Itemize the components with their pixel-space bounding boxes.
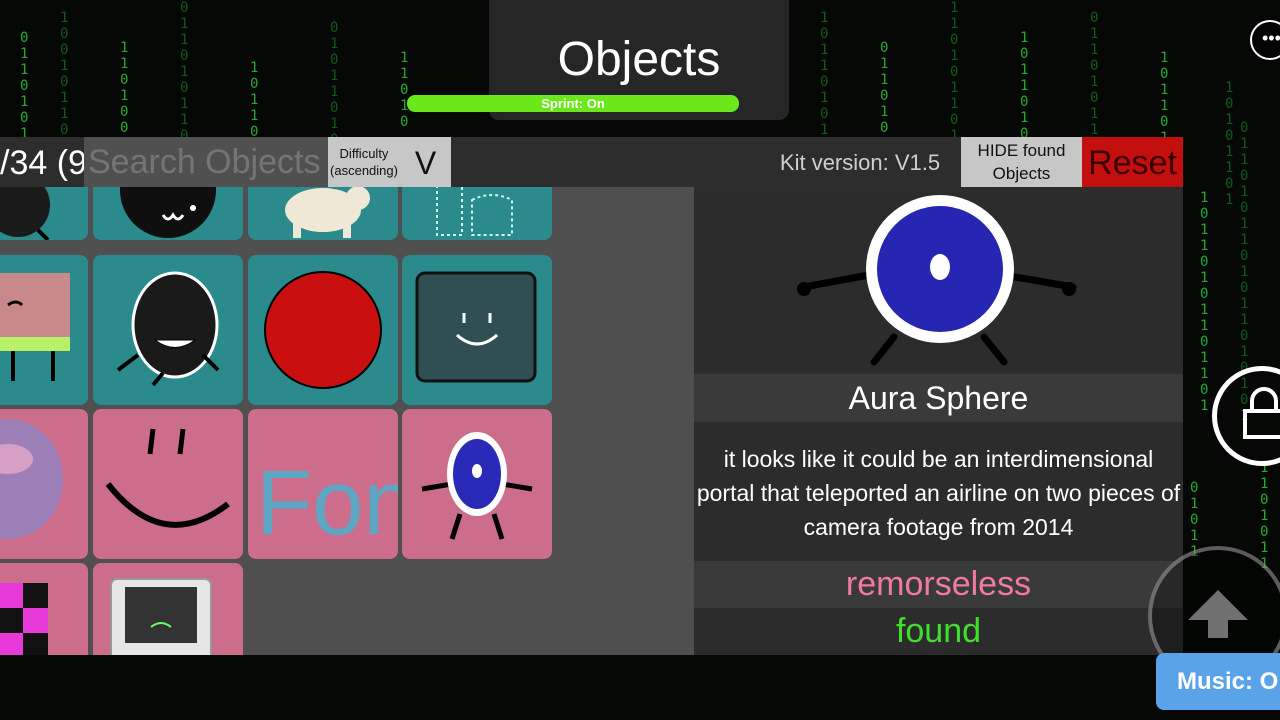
music-toggle-button[interactable]: Music: O xyxy=(1156,653,1280,710)
object-description: it looks like it could be an interdimens… xyxy=(696,446,1181,540)
dog-icon xyxy=(285,187,370,238)
grid-item[interactable] xyxy=(0,187,88,240)
grid-item[interactable] xyxy=(0,563,88,655)
font-text-icon: Font xyxy=(256,452,398,554)
grid-item[interactable] xyxy=(402,255,552,405)
grid-item[interactable] xyxy=(402,187,552,240)
handheld-console-icon xyxy=(110,578,212,655)
sort-difficulty-button[interactable]: Difficulty (ascending) xyxy=(328,137,400,187)
grid-item[interactable] xyxy=(93,409,243,559)
grid-item[interactable] xyxy=(248,255,398,405)
grid-item[interactable] xyxy=(248,187,398,240)
object-difficulty: remorseless xyxy=(694,561,1183,608)
hide-found-label-2: Objects xyxy=(992,164,1051,183)
hide-found-button[interactable]: HIDE found Objects xyxy=(961,137,1082,187)
sad-box-character-icon xyxy=(0,273,70,381)
checkered-cube-icon xyxy=(0,583,48,655)
grid-item[interactable] xyxy=(0,409,88,559)
grid-item[interactable] xyxy=(93,187,243,240)
kit-version: Kit version: V1.5 xyxy=(779,150,941,175)
found-counter: /34 (9 xyxy=(0,144,85,182)
svg-text:Font: Font xyxy=(256,452,398,554)
grid-item[interactable] xyxy=(93,563,243,655)
black-ball-face-icon xyxy=(120,187,216,238)
reset-button[interactable]: Reset xyxy=(1082,137,1183,187)
objects-grid[interactable]: Font xyxy=(0,187,694,655)
sort-order-label: (ascending) xyxy=(330,163,398,178)
aura-sphere-preview-icon xyxy=(797,195,1077,366)
grid-item[interactable]: Font xyxy=(248,409,398,559)
hide-found-label: HIDE found xyxy=(977,141,1066,160)
lock-icon xyxy=(1243,387,1280,439)
sprint-indicator[interactable]: Sprint: On xyxy=(407,95,739,112)
search-input[interactable] xyxy=(84,137,328,187)
sort-toggle-button[interactable]: V xyxy=(400,137,451,187)
dotted-outline-icon xyxy=(436,187,513,236)
detail-panel: Aura Sphere it looks like it could be an… xyxy=(694,187,1183,655)
smiley-face-icon xyxy=(105,428,230,528)
grid-item[interactable] xyxy=(93,255,243,405)
page-title: Objects xyxy=(557,33,721,86)
grid-item-selected[interactable] xyxy=(402,409,552,559)
sort-label: Difficulty xyxy=(339,146,389,161)
aura-sphere-icon xyxy=(421,432,533,540)
object-name: Aura Sphere xyxy=(694,374,1183,422)
black-leaf-character-icon xyxy=(116,271,220,387)
red-ball-icon xyxy=(264,271,382,389)
dark-ball-character-icon xyxy=(0,187,50,240)
shift-lock-icon[interactable] xyxy=(1212,366,1280,466)
smiling-square-icon xyxy=(415,271,537,383)
crewmate-icon xyxy=(0,419,63,539)
object-status: found xyxy=(895,612,982,650)
grid-item[interactable] xyxy=(0,255,88,405)
